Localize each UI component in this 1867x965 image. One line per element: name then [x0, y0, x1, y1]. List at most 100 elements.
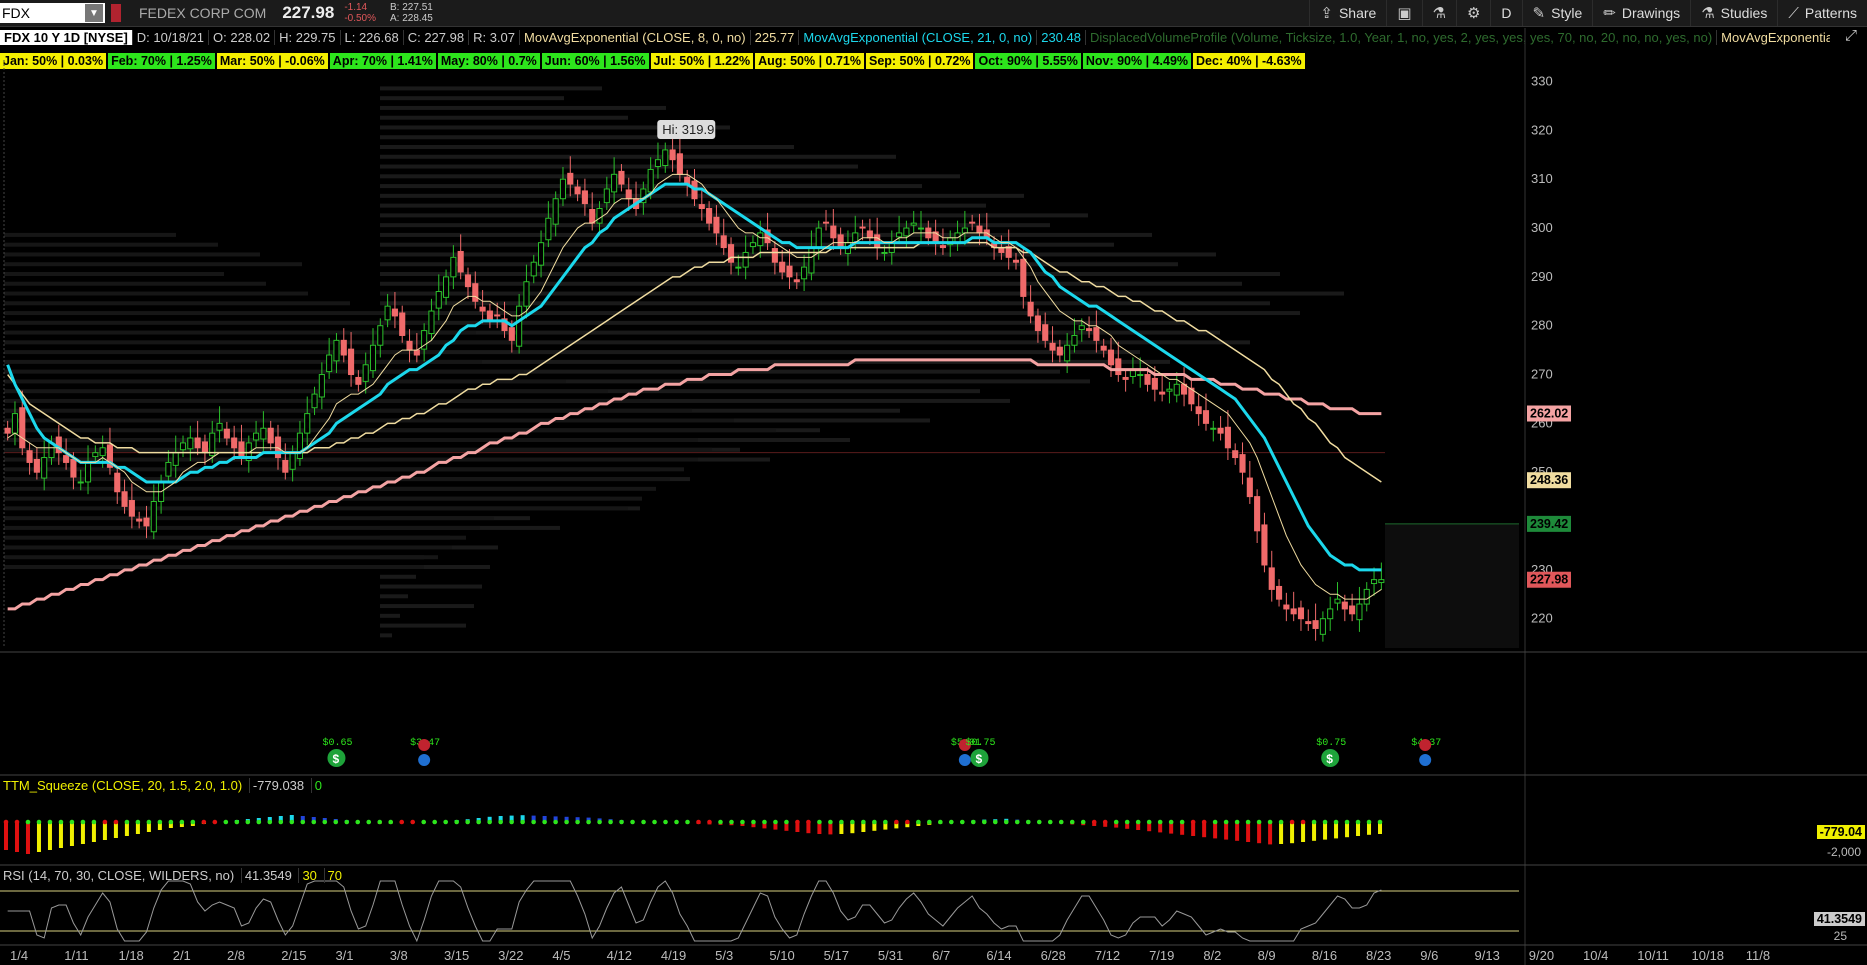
squeeze-dot: [806, 819, 811, 825]
squeeze-dot: [135, 819, 141, 825]
squeeze-label[interactable]: TTM_Squeeze (CLOSE, 20, 1.5, 2.0, 1.0): [0, 778, 245, 793]
dividend-amount: $0.65: [322, 737, 352, 749]
ema200-line: [7, 358, 1382, 611]
squeeze-dot: [498, 819, 503, 825]
volume-profile-bar: [4, 418, 734, 423]
candle-body: [647, 168, 654, 193]
candle-body: [917, 227, 925, 230]
rsi-label[interactable]: RSI (14, 70, 30, CLOSE, WILDERS, no): [0, 868, 237, 883]
squeeze-dot: [828, 819, 833, 825]
squeeze-bar: [36, 822, 41, 852]
x-tick-label: 7/19: [1149, 948, 1174, 963]
x-tick-label: 4/5: [552, 948, 570, 963]
candle-body: [676, 153, 683, 175]
squeeze-dot: [992, 819, 998, 825]
y-tick-label: 300: [1531, 220, 1553, 235]
candle-body: [464, 274, 472, 288]
squeeze-bar: [1279, 822, 1284, 844]
candle-body: [1283, 604, 1290, 610]
candle-body: [727, 244, 735, 263]
squeeze-dot: [1146, 819, 1152, 825]
candle-body: [669, 149, 676, 161]
candle-body: [771, 248, 778, 263]
squeeze-dot: [949, 819, 954, 825]
candle-body: [976, 225, 983, 234]
candle-body: [552, 198, 559, 225]
volume-profile-bar: [380, 281, 1242, 286]
squeeze-dot: [1179, 819, 1185, 825]
x-tick-label: 2/8: [227, 948, 245, 963]
squeeze-dot: [223, 819, 229, 825]
squeeze-dot: [1047, 819, 1053, 825]
squeeze-bar: [91, 822, 96, 842]
squeeze-dot: [1256, 819, 1262, 825]
candle-body: [523, 281, 530, 307]
x-tick-label: 3/15: [444, 948, 469, 963]
candle-body: [1012, 259, 1020, 263]
squeeze-bar: [58, 822, 63, 848]
candle-body: [742, 251, 749, 268]
squeeze-dot: [212, 819, 218, 825]
y-tick-label: 270: [1531, 367, 1553, 382]
dividend-symbol: $: [1326, 752, 1333, 766]
candle-body: [150, 501, 157, 533]
volume-profile-bar: [4, 271, 224, 276]
squeeze-dot: [795, 819, 800, 825]
candle-body: [267, 427, 274, 444]
projection-area: [1385, 523, 1519, 648]
squeeze-dot: [1025, 819, 1031, 825]
dividend-amount: $0.75: [1316, 737, 1346, 749]
volume-profile-bar: [380, 633, 392, 638]
squeeze-dot: [872, 819, 877, 825]
candle-body: [260, 427, 267, 440]
squeeze-dot: [1168, 819, 1174, 825]
squeeze-dot: [421, 819, 426, 825]
candle-body: [749, 242, 757, 248]
squeeze-dot: [234, 819, 240, 825]
x-tick-label: 10/11: [1637, 948, 1669, 963]
squeeze-dot: [531, 819, 536, 825]
volume-profile-bar: [4, 311, 392, 316]
squeeze-dot: [641, 819, 646, 825]
volume-profile-bar: [380, 584, 482, 589]
squeeze-dot: [1003, 819, 1009, 825]
x-tick-label: 3/1: [335, 948, 353, 963]
candle-body: [1370, 579, 1378, 585]
x-tick-label: 4/12: [607, 948, 632, 963]
squeeze-dot: [784, 819, 789, 825]
squeeze-dot: [476, 819, 481, 825]
volume-profile-bar: [380, 96, 564, 101]
squeeze-dot: [1234, 819, 1240, 825]
candle-body: [1232, 450, 1239, 459]
candle-body: [1224, 426, 1231, 449]
price-tag: 248.36: [1530, 473, 1568, 487]
volume-profile-bar: [4, 398, 650, 403]
rsi-oversold: 30: [298, 868, 320, 883]
squeeze-dot: [113, 819, 119, 825]
candle-body: [1027, 301, 1034, 317]
candle-body: [33, 459, 40, 473]
squeeze-bar: [4, 822, 8, 850]
candle-body: [822, 221, 830, 224]
candle-body: [815, 227, 822, 249]
price-chart[interactable]: 330320310300290280270260250240230220Hi: …: [0, 0, 1867, 965]
squeeze-dot: [91, 819, 97, 825]
squeeze-bar: [25, 822, 30, 854]
squeeze-dot: [300, 819, 306, 825]
squeeze-dot: [960, 819, 965, 825]
candle-body: [494, 314, 501, 317]
squeeze-dot: [58, 819, 64, 825]
candle-body: [1275, 585, 1283, 600]
candle-body: [1056, 346, 1063, 356]
candle-body: [114, 472, 121, 493]
squeeze-dot: [1300, 819, 1306, 825]
x-tick-label: 5/31: [878, 948, 903, 963]
earnings-icon: [1419, 739, 1432, 751]
candle-body: [537, 242, 545, 266]
x-tick-label: 8/2: [1203, 948, 1221, 963]
price-tag: 262.02: [1530, 407, 1568, 421]
price-tag: 239.42: [1530, 517, 1568, 531]
squeeze-dot: [520, 819, 525, 825]
candle-body: [1159, 391, 1166, 395]
candle-body: [581, 190, 588, 205]
